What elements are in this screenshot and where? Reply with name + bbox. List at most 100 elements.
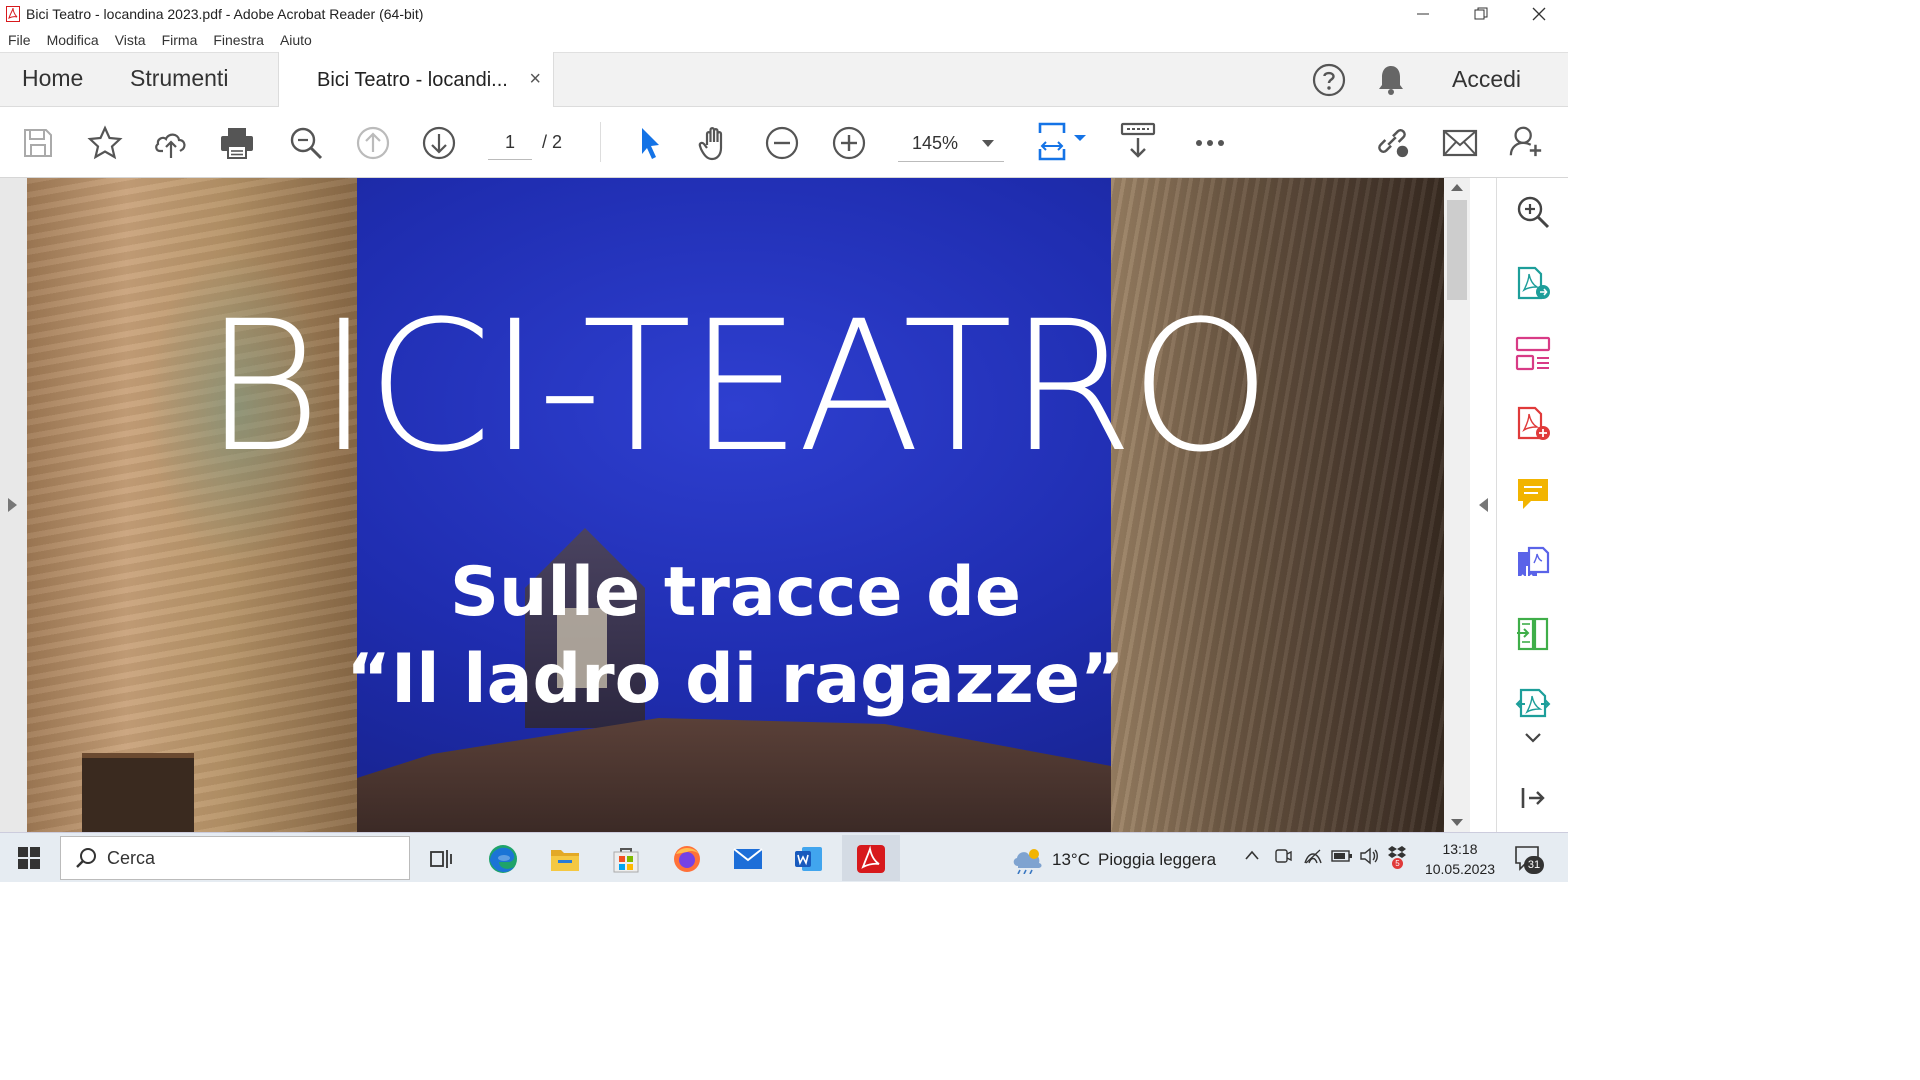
tab-close-button[interactable]: × — [529, 68, 541, 91]
scroll-up-icon[interactable] — [1451, 184, 1463, 191]
search-icon — [76, 848, 96, 868]
hand-icon — [698, 127, 723, 161]
left-panel-toggle-icon[interactable] — [8, 498, 17, 512]
zoom-level-select[interactable]: 145% — [898, 124, 1004, 162]
chevron-up-icon[interactable] — [1244, 849, 1260, 861]
zoom-in-button[interactable] — [831, 125, 867, 161]
close-window-button[interactable] — [1510, 0, 1568, 28]
hand-tool-button[interactable] — [697, 125, 733, 161]
organize-pages-tool[interactable] — [1515, 336, 1551, 372]
printer-icon — [221, 128, 253, 159]
export-pdf-tool[interactable] — [1515, 266, 1551, 302]
microsoft-store-button[interactable] — [609, 842, 643, 876]
scroll-down-icon[interactable] — [1451, 819, 1463, 826]
fit-page-button[interactable] — [1036, 122, 1088, 161]
mail-button[interactable] — [731, 842, 765, 876]
minus-circle-icon — [765, 126, 799, 160]
edit-pdf-tool[interactable] — [1515, 686, 1551, 722]
combine-files-tool[interactable] — [1515, 546, 1551, 582]
bookmark-star-button[interactable] — [87, 125, 123, 161]
poster-window — [82, 753, 194, 832]
email-button[interactable] — [1440, 125, 1480, 161]
vertical-scrollbar[interactable] — [1444, 178, 1470, 832]
page-number-input[interactable]: 1 — [488, 124, 532, 160]
wifi-icon[interactable] — [1303, 847, 1323, 865]
print-button[interactable] — [219, 125, 255, 161]
comment-icon — [1518, 479, 1548, 509]
acrobat-button[interactable] — [854, 842, 888, 876]
compress-pdf-tool[interactable] — [1515, 616, 1551, 652]
menu-edit[interactable]: Modifica — [47, 32, 99, 48]
file-explorer-button[interactable] — [548, 842, 582, 876]
restore-button[interactable] — [1452, 0, 1510, 28]
tab-document[interactable]: Bici Teatro - locandi... × — [278, 52, 554, 108]
cloud-upload-icon — [155, 133, 186, 158]
select-tool-button[interactable] — [632, 125, 668, 161]
upload-cloud-button[interactable] — [153, 125, 189, 161]
menu-help[interactable]: Aiuto — [280, 32, 312, 48]
comment-tool[interactable] — [1515, 476, 1551, 512]
battery-icon[interactable] — [1331, 849, 1353, 863]
create-pdf-tool[interactable] — [1515, 406, 1551, 442]
tab-home[interactable]: Home — [22, 65, 83, 92]
zoom-out-button[interactable] — [764, 125, 800, 161]
next-page-button[interactable] — [421, 125, 457, 161]
plus-circle-icon — [832, 126, 866, 160]
help-icon[interactable] — [1312, 63, 1346, 97]
keyboard-download-icon — [1120, 122, 1156, 158]
acrobat-icon — [6, 6, 20, 22]
poster-subtitle-line1: Sulle tracce de — [450, 553, 1021, 632]
notifications-bell-icon[interactable] — [1376, 63, 1406, 97]
read-mode-button[interactable] — [1120, 122, 1156, 159]
acrobat-reader-icon — [857, 845, 885, 873]
zoom-level-value: 145% — [912, 133, 959, 153]
tray-badge: 5 — [1392, 858, 1403, 869]
windows-start-icon[interactable] — [18, 847, 40, 869]
tab-tools[interactable]: Strumenti — [130, 65, 228, 92]
menu-file[interactable]: File — [8, 32, 31, 48]
task-view-button[interactable] — [424, 842, 458, 876]
word-button[interactable] — [792, 842, 826, 876]
window-title: Bici Teatro - locandina 2023.pdf - Adobe… — [26, 6, 424, 22]
collapse-panel-button[interactable] — [1515, 780, 1551, 816]
add-user-button[interactable] — [1508, 123, 1544, 159]
envelope-icon — [1442, 129, 1478, 157]
magnifier-plus-icon — [1517, 196, 1550, 229]
share-link-button[interactable] — [1374, 123, 1410, 159]
right-panel-toggle-icon[interactable] — [1479, 498, 1488, 512]
notification-center-button[interactable]: 31 — [1514, 845, 1544, 876]
search-zoom-tool[interactable] — [1515, 194, 1551, 230]
app-tray-item[interactable]: 5 — [1386, 845, 1408, 869]
firefox-button[interactable] — [670, 842, 704, 876]
task-view-icon — [430, 850, 452, 868]
volume-icon[interactable] — [1359, 847, 1379, 865]
compress-pdf-icon — [1517, 617, 1549, 651]
weather-widget[interactable]: 13°C Pioggia leggera — [1010, 846, 1216, 874]
page-total: / 2 — [542, 132, 563, 152]
menu-sign[interactable]: Firma — [162, 32, 198, 48]
scrollbar-thumb[interactable] — [1447, 200, 1467, 300]
system-clock[interactable]: 13:18 10.05.2023 — [1424, 839, 1496, 879]
taskbar-search-input[interactable]: Cerca — [60, 836, 410, 880]
tab-document-label: Bici Teatro - locandi... — [317, 68, 508, 91]
edge-icon — [489, 845, 517, 873]
more-tools-button[interactable] — [1192, 125, 1228, 161]
combine-files-icon — [1518, 546, 1550, 582]
cloud-rain-icon — [1013, 849, 1042, 874]
previous-page-button[interactable] — [355, 125, 391, 161]
zoom-search-button[interactable] — [288, 125, 324, 161]
menu-window[interactable]: Finestra — [213, 32, 264, 48]
pdf-page: BICI-TEATRO Sulle tracce de “Il ladro di… — [27, 178, 1444, 832]
save-button[interactable] — [20, 125, 56, 161]
edge-browser-button[interactable] — [486, 842, 520, 876]
poster-subtitle-line2: “Il ladro di ragazze” — [346, 640, 1125, 719]
toolbar-divider — [600, 122, 601, 162]
menu-view[interactable]: Vista — [115, 32, 146, 48]
firefox-icon — [674, 846, 700, 872]
meet-now-icon[interactable] — [1274, 847, 1292, 865]
minimize-button[interactable] — [1394, 0, 1452, 28]
signin-button[interactable]: Accedi — [1452, 66, 1521, 93]
ellipsis-icon — [1196, 140, 1224, 146]
more-tools-expand[interactable] — [1515, 726, 1551, 750]
fit-width-icon — [1038, 122, 1086, 161]
